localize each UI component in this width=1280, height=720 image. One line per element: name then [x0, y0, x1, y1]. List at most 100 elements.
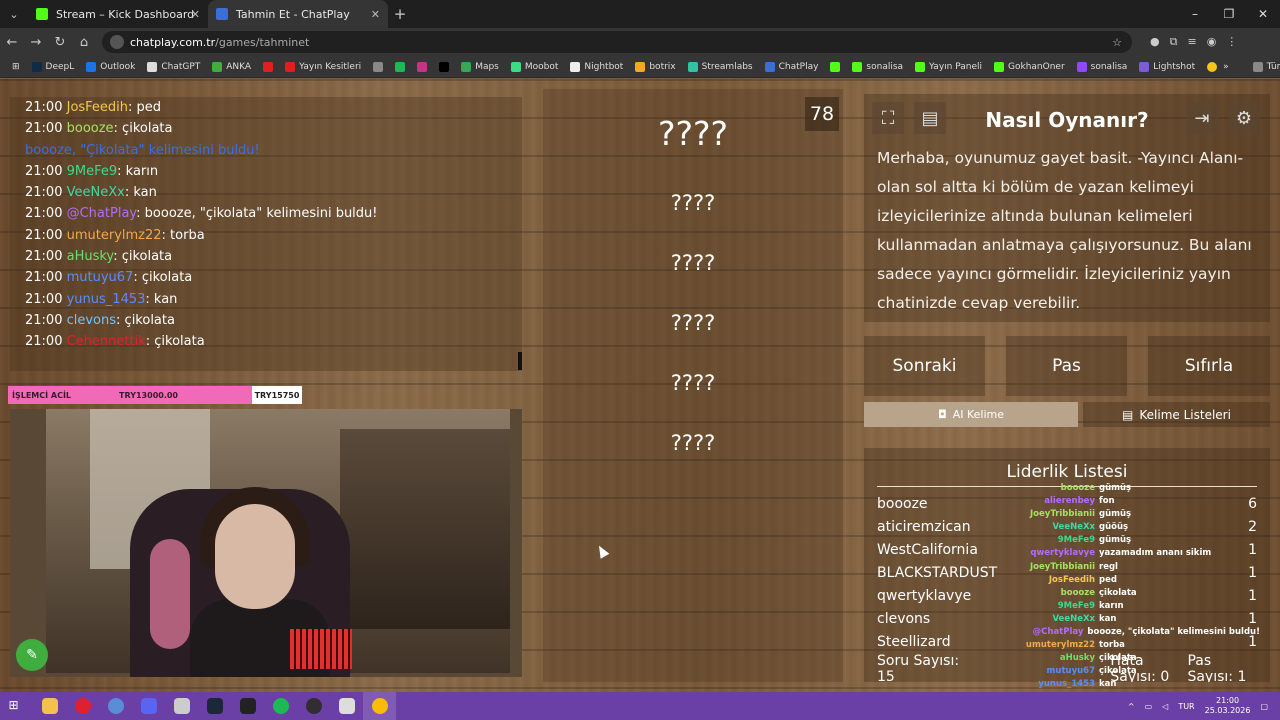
app-icon[interactable] — [99, 692, 132, 720]
tab-search-icon[interactable]: ⌄ — [0, 8, 28, 21]
close-window-icon[interactable]: ✕ — [1246, 7, 1280, 21]
edit-pencil-icon[interactable]: ✎ — [16, 639, 48, 671]
opera-icon[interactable] — [66, 692, 99, 720]
word-lists-tab[interactable]: ▤ Kelime Listeleri — [1083, 402, 1270, 427]
youtube-icon — [285, 61, 296, 72]
notification-icon[interactable]: ▢ — [1260, 702, 1268, 711]
new-tab-icon[interactable]: + — [388, 5, 412, 23]
home-icon[interactable]: ⌂ — [72, 35, 96, 50]
media-icon[interactable]: ≡ — [1187, 35, 1196, 49]
menu-icon[interactable]: ⋮ — [1226, 35, 1237, 49]
chat-username[interactable]: JosFeedih — [67, 100, 128, 115]
bookmark-folder[interactable] — [367, 61, 389, 72]
bookmark-streamlabs[interactable]: Streamlabs — [682, 61, 759, 72]
chat-username[interactable]: @ChatPlay — [67, 206, 137, 221]
bookmark-botrix[interactable]: botrix — [629, 61, 681, 72]
obs-icon[interactable] — [297, 692, 330, 720]
bookmark-star-icon[interactable]: ☆ — [1112, 36, 1122, 49]
extension-icon[interactable]: ● — [1150, 35, 1160, 49]
reset-button[interactable]: Sıfırla — [1148, 336, 1270, 396]
network-icon[interactable]: ▭ — [1145, 702, 1153, 711]
close-icon[interactable]: ✕ — [371, 8, 380, 21]
bookmark-moobot[interactable]: Moobot — [505, 61, 565, 72]
minimize-icon[interactable]: – — [1178, 7, 1212, 21]
chat-username[interactable]: boooze — [67, 121, 114, 136]
chat-username[interactable]: 9MeFe9 — [67, 164, 118, 179]
bookmark-kick[interactable] — [824, 61, 846, 72]
reload-icon[interactable]: ↻ — [48, 35, 72, 50]
apps-icon[interactable]: ⊞ — [6, 62, 26, 72]
pass-button[interactable]: Pas — [1006, 336, 1127, 396]
bookmark-sonalisa-kick[interactable]: sonalisa — [846, 61, 909, 72]
bookmark-x[interactable] — [433, 61, 455, 72]
chat-username[interactable]: boooze, "Çikolata" kelimesini buldu! — [25, 143, 260, 158]
discord-icon[interactable] — [132, 692, 165, 720]
next-button[interactable]: Sonraki — [864, 336, 985, 396]
close-icon[interactable]: ✕ — [191, 8, 200, 21]
back-icon[interactable]: ← — [0, 35, 24, 50]
overlay-chat-line: qwertyklavye yazamadım ananı sikim — [1010, 547, 1260, 560]
epic-games-icon[interactable] — [231, 692, 264, 720]
forbidden-word: ???? — [670, 431, 716, 455]
chat-time: 21:00 — [25, 100, 63, 115]
chat-username[interactable]: VeeNeXx — [67, 185, 125, 200]
url-bar[interactable]: chatplay.com.tr/games/tahminet ☆ — [102, 31, 1132, 53]
site-info-icon[interactable] — [110, 35, 124, 49]
bookmark-gokhanoner[interactable]: GokhanOner — [988, 61, 1071, 72]
spotify-icon[interactable] — [264, 692, 297, 720]
bookmark-deepl[interactable]: DeepL — [26, 61, 81, 72]
forward-icon[interactable]: → — [24, 35, 48, 50]
bookmark-yayin-paneli[interactable]: Yayın Paneli — [909, 61, 988, 72]
app-icon[interactable] — [330, 692, 363, 720]
chat-username[interactable]: aHusky — [67, 249, 114, 264]
overlay-chat-line: alierenbey fon — [1010, 495, 1260, 508]
ai-word-tab[interactable]: ◘ AI Kelime — [864, 402, 1078, 427]
bookmark-instagram[interactable] — [411, 61, 433, 72]
file-explorer-icon[interactable] — [33, 692, 66, 720]
extensions-puzzle-icon[interactable]: ⧉ — [1170, 35, 1178, 49]
player-name: qwertyklavye — [877, 588, 972, 604]
bookmark-label: Yayın Paneli — [929, 61, 982, 72]
chat-username[interactable]: yunus_1453 — [67, 292, 146, 307]
chat-message: boooze, "Çikolata" kelimesini buldu! — [25, 140, 522, 161]
stream-chat-overlay: boooze gümüş alierenbey fon JoeyTribbianii gü… — [1010, 482, 1260, 718]
chat-username[interactable]: umuterylmz22 — [67, 228, 162, 243]
bookmark-youtube[interactable] — [257, 61, 279, 72]
bookmark-nightbot[interactable]: Nightbot — [564, 61, 629, 72]
settings-gear-icon[interactable]: ⚙ — [1228, 102, 1260, 134]
windows-start-icon[interactable]: ⊞ — [0, 692, 33, 720]
bookmark-emoji[interactable] — [1201, 61, 1223, 72]
chat-username[interactable]: clevons — [67, 313, 116, 328]
volume-icon[interactable]: ◁ — [1162, 702, 1168, 711]
tab-chatplay[interactable]: Tahmin Et - ChatPlay ✕ — [208, 0, 388, 28]
chat-message: 21:00 Cehennettik: çikolata — [25, 331, 522, 352]
chrome-icon[interactable] — [363, 692, 396, 720]
more-bookmarks-icon[interactable]: » — [1223, 62, 1229, 72]
exit-icon[interactable]: ⇥ — [1186, 102, 1218, 134]
chat-time: 21:00 — [25, 227, 63, 243]
maps-icon — [461, 61, 472, 72]
tray-arrow-icon[interactable]: ^ — [1128, 702, 1135, 711]
bookmark-outlook[interactable]: Outlook — [80, 61, 141, 72]
chat-username[interactable]: Cehennettik — [67, 334, 146, 349]
steam-icon[interactable] — [198, 692, 231, 720]
profile-avatar-icon[interactable]: ◉ — [1207, 35, 1217, 49]
bookmark-sonalisa-twitch[interactable]: sonalisa — [1071, 61, 1134, 72]
tab-kick-dashboard[interactable]: Stream – Kick Dashboard ✕ — [28, 0, 208, 28]
bookmark-chatgpt[interactable]: ChatGPT — [141, 61, 206, 72]
bookmark-lightshot[interactable]: Lightshot — [1133, 61, 1201, 72]
chat-username[interactable]: mutuyu67 — [67, 270, 134, 285]
app-icon[interactable] — [165, 692, 198, 720]
bookmark-maps[interactable]: Maps — [455, 61, 505, 72]
bookmark-spotify[interactable] — [389, 61, 411, 72]
bookmark-anka[interactable]: ANKA — [206, 61, 257, 72]
clock[interactable]: 21:00 25.03.2026 — [1205, 696, 1251, 716]
overlay-chat-text: gümüş — [1099, 509, 1132, 520]
bookmark-chatplay[interactable]: ChatPlay — [759, 61, 825, 72]
webcam-person-face — [215, 504, 295, 609]
language-indicator[interactable]: TUR — [1178, 702, 1194, 711]
bookmark-yayin-kesitleri[interactable]: Yayın Kesitleri — [279, 61, 367, 72]
all-bookmarks[interactable]: Tüm Yer İşaretleri — [1247, 61, 1280, 72]
maximize-icon[interactable]: ❐ — [1212, 7, 1246, 21]
chat-scrollbar[interactable] — [518, 352, 522, 370]
